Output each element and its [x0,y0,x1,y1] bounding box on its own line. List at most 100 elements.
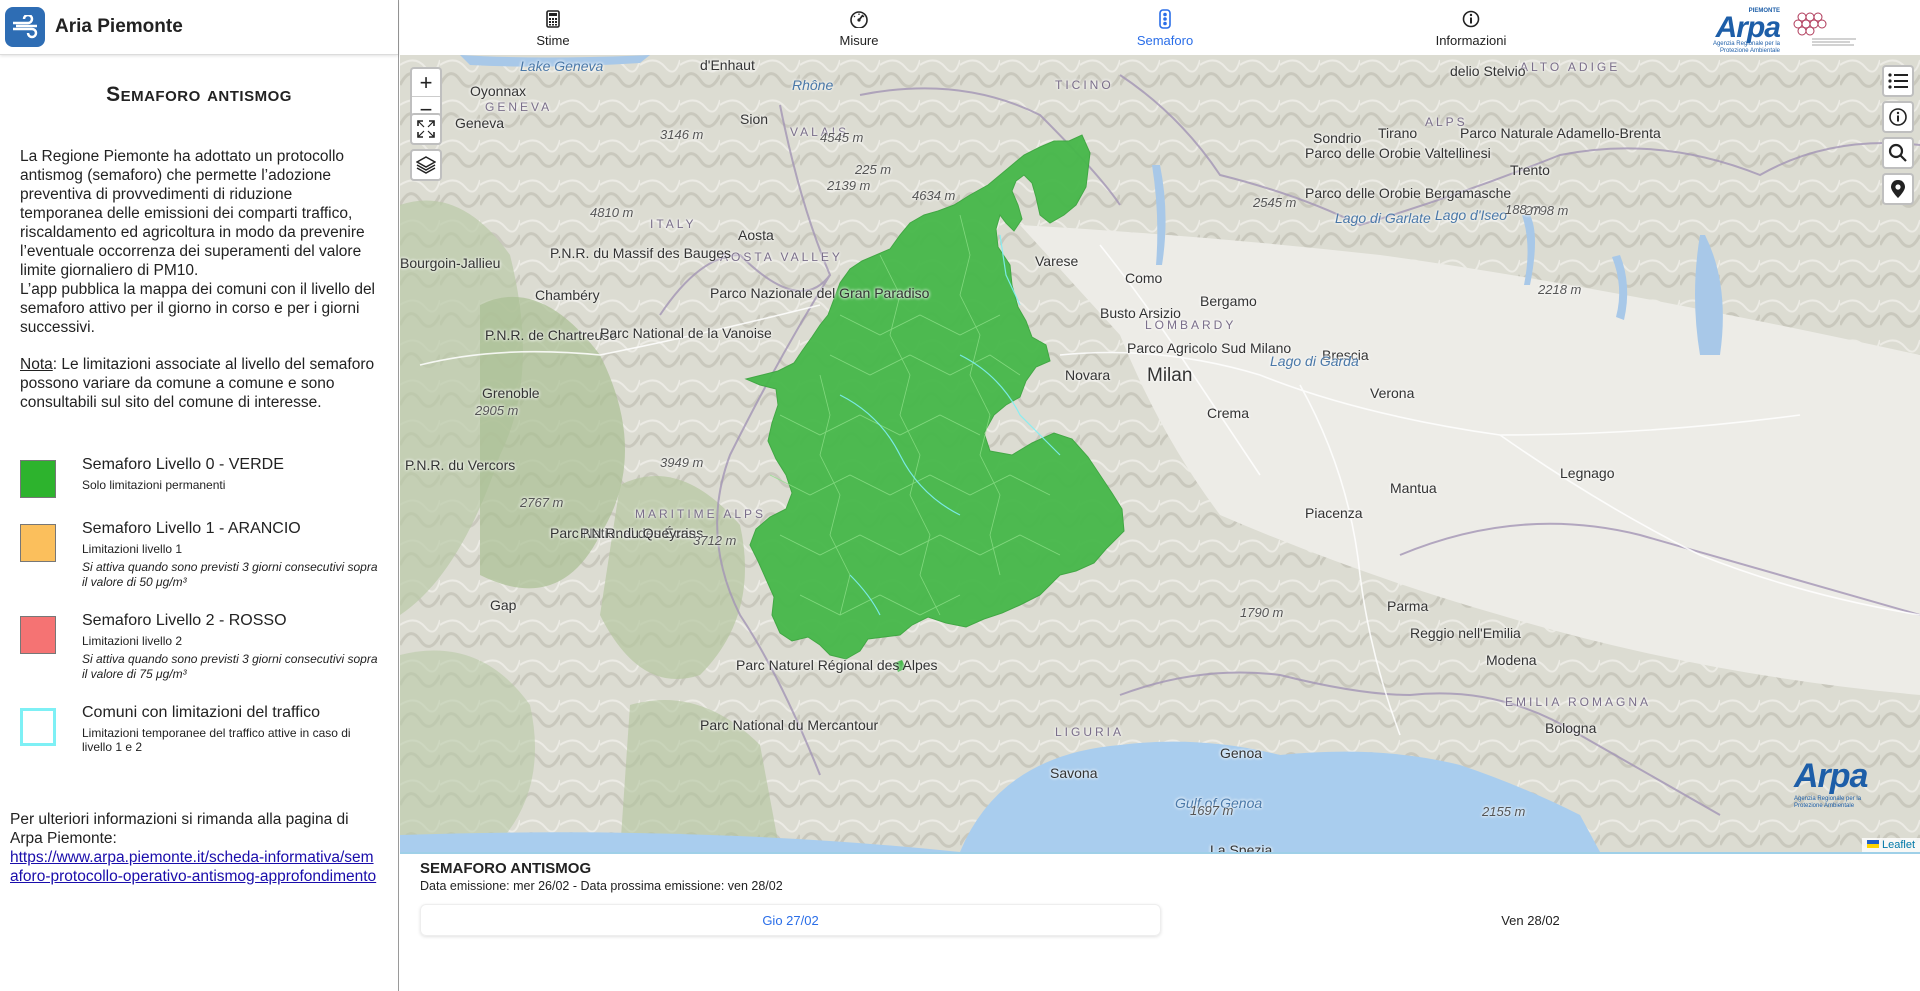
arpa-logo[interactable]: PIEMONTE Arpa Agenzia Regionale per la P… [1690,8,1781,55]
bottom-title: SEMAFORO ANTISMOG [420,860,592,877]
map-label: d'Enhaut [700,57,755,73]
map-label: P.N.R. du Queyras [580,525,696,541]
map-label: Piacenza [1305,505,1363,521]
intro-paragraph-2: L’app pubblica la mappa dei comuni con i… [20,281,376,336]
brand-logos: PIEMONTE Arpa Agenzia Regionale per la P… [1690,8,1860,55]
map-label: 3949 m [660,455,704,470]
legend-sub: Limitazioni livello 1 [82,542,183,556]
map-label: Mantua [1390,480,1437,496]
map-label: Trento [1510,162,1550,178]
map-search-button[interactable] [1882,137,1914,169]
map-info-button[interactable] [1882,101,1914,133]
legend-item: Semaforo Livello 2 - ROSSO Limitazioni li… [20,612,378,682]
map-label: Parc National du Mercantour [700,717,879,733]
map-basemap [400,55,1920,852]
map-label: Lago di Garlate [1335,210,1431,226]
map-label: 225 m [855,162,892,177]
map-label: Parco delle Orobie Bergamasche [1305,185,1512,201]
map-label: EMILIA ROMAGNA [1505,695,1652,709]
map-label: 2155 m [1482,804,1526,819]
tab-misure[interactable]: Misure [706,0,1012,55]
legend-swatch [20,460,56,498]
map-label: 3712 m [693,533,737,548]
legend-title: Semaforo Livello 0 - VERDE [82,456,284,473]
legend-sub: Solo limitazioni permanenti [82,478,226,492]
tab-informazioni-label: Informazioni [1435,32,1507,48]
fullscreen-button[interactable] [410,113,442,145]
map-attribution[interactable]: Leaflet [1861,838,1920,852]
map-label: 3146 m [660,127,704,142]
map-label: GENEVA [485,100,553,114]
legend-swatch [20,616,56,654]
map-label: 2139 m [827,178,871,193]
nota-label: Nota [20,356,53,373]
nota-text: Nota: Le limitazioni associate al livell… [20,355,378,412]
sidebar: Aria Piemonte Semaforo antismog La Regio… [0,0,399,991]
legend-list-button[interactable] [1882,65,1914,97]
map-label: LIGURIA [1055,725,1125,739]
tab-stime[interactable]: Stime [400,0,706,55]
map-label: Bourgoin-Jallieu [400,255,501,271]
fullscreen-icon [417,120,435,138]
day-tab-gio[interactable]: Gio 27/02 [420,904,1161,936]
map-label: Bergamo [1200,293,1257,309]
locate-button[interactable] [1882,173,1914,205]
legend-title: Semaforo Livello 1 - ARANCIO [82,520,301,537]
map-label: 2905 m [475,403,519,418]
map-label: Aosta [738,227,774,243]
map-label: 1790 m [1240,605,1284,620]
map-label: Tirano [1378,125,1418,141]
legend-text: Semaforo Livello 2 - ROSSO Limitazioni li… [82,612,378,682]
map-label: Lago di Garda [1270,353,1359,369]
map-label: Crema [1207,405,1250,421]
app-header: Aria Piemonte [0,0,398,55]
layers-icon [416,156,436,174]
map-label: Reggio nell'Emilia [1410,625,1521,641]
tab-semaforo-label: Semaforo [1136,32,1194,48]
legend-text: Semaforo Livello 1 - ARANCIO Limitazioni … [82,520,378,590]
map-label: Varese [1035,253,1079,269]
arpa-link[interactable]: https://www.arpa.piemonte.it/scheda-info… [10,848,382,886]
map-label: Como [1125,270,1163,286]
map-label: 2218 m [1538,282,1582,297]
intro-text: La Regione Piemonte ha adottato un proto… [20,147,378,337]
tab-semaforo[interactable]: Semaforo [1012,0,1318,55]
map-label: Savona [1050,765,1098,781]
location-pin-icon [1891,180,1905,198]
zoom-in-button[interactable]: + [412,69,440,96]
layers-button[interactable] [410,149,442,181]
legend-text: Semaforo Livello 0 - VERDE Solo limitazio… [82,456,284,492]
snpa-logo-icon[interactable] [1790,9,1860,54]
leaflet-link: Leaflet [1881,839,1915,851]
intro-paragraph-1: La Regione Piemonte ha adottato un proto… [20,148,365,279]
map-label: Parco Agricolo Sud Milano [1127,340,1292,356]
map[interactable]: Lake Geneva d'Enhaut Rhône Oyonnax Geneva GEN… [400,55,1920,852]
map-label: Milan [1147,365,1193,386]
sidebar-title: Semaforo antismog [106,83,292,106]
day-tab-ven[interactable]: Ven 28/02 [1161,904,1900,936]
map-label: Novara [1065,367,1111,383]
traffic-light-icon [1158,8,1172,30]
map-label: Genoa [1220,745,1263,761]
map-label: ALTO ADIGE [1520,60,1621,74]
app-logo-icon[interactable] [5,7,45,47]
tab-informazioni[interactable]: Informazioni [1318,0,1624,55]
map-label: 188 m [1505,202,1542,217]
search-icon [1888,143,1907,162]
map-label: 4545 m [820,130,864,145]
map-label: 4634 m [912,188,956,203]
map-label: 1697 m [1190,803,1234,818]
legend-item: Comuni con limitazioni del traffico Limit… [20,704,378,754]
legend-text: Comuni con limitazioni del traffico Limit… [82,704,378,754]
map-label: Lake Geneva [520,58,604,74]
nota-body: : Le limitazioni associate al livello de… [20,356,375,411]
map-label: Parma [1387,598,1429,614]
map-arpa-logo-text: Arpa [1794,757,1868,795]
legend-sub: Limitazioni temporanee del traffico atti… [82,726,351,754]
legend-title: Semaforo Livello 2 - ROSSO [82,612,287,629]
map-label: LOMBARDY [1145,318,1237,332]
map-label: delio Stelvio [1450,63,1526,79]
map-label: Modena [1486,652,1537,668]
info-icon [1462,8,1480,30]
more-info-text: Per ulteriori informazioni si rimanda al… [10,811,349,847]
